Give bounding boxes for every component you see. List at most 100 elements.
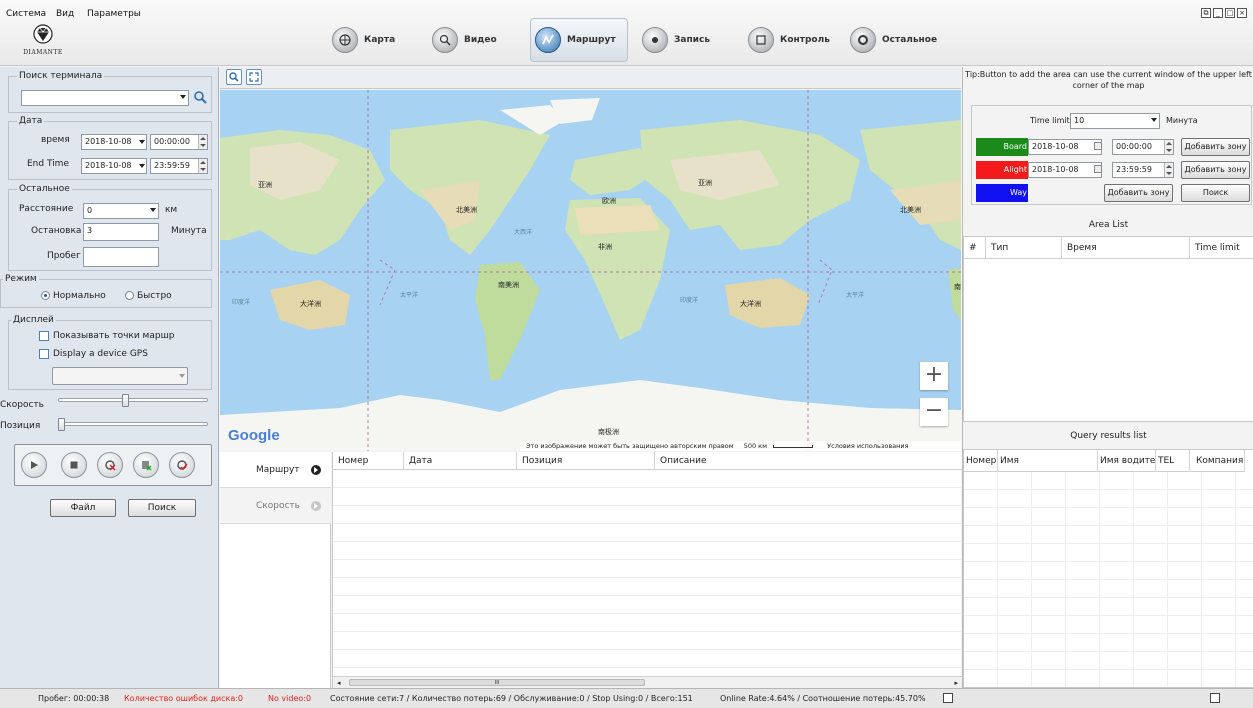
confirm-track-button[interactable] (169, 452, 195, 478)
time-limit-value: 10 (1074, 116, 1085, 125)
fullscreen-icon (249, 72, 259, 82)
label-pacific-west: 太平洋 (400, 292, 419, 299)
time-limit-label: Time limit (1030, 116, 1070, 125)
maximize-window-icon[interactable]: □ (1225, 8, 1235, 18)
other-group: Остальное Расстояние 0 км Остановка 3 Ми… (8, 184, 212, 271)
map-fullscreen-button[interactable] (246, 69, 262, 85)
query-col-driver[interactable]: Имя водител (1098, 450, 1156, 472)
subtab-speed[interactable]: Скорость (220, 488, 331, 524)
alight-add-zone-button[interactable]: Добавить зону (1181, 161, 1250, 179)
scroll-left-icon[interactable]: ◂ (337, 679, 341, 687)
export-button[interactable] (133, 452, 159, 478)
display-gps-checkbox[interactable] (39, 349, 49, 359)
speed-slider[interactable] (58, 398, 208, 402)
position-slider[interactable] (58, 422, 208, 426)
col-date[interactable]: Дата (404, 452, 517, 470)
subtab-route[interactable]: Маршрут (220, 452, 331, 488)
way-label: Way (1009, 188, 1027, 197)
tab-route[interactable]: Маршрут (530, 18, 628, 62)
scroll-right-icon[interactable]: ▸ (954, 679, 958, 687)
distance-select[interactable]: 0 (83, 203, 159, 219)
alight-color-block: Alight (976, 161, 1028, 179)
show-route-points-checkbox[interactable] (39, 331, 49, 341)
search-icon[interactable] (193, 90, 207, 107)
stop-input[interactable]: 3 (83, 223, 159, 241)
tab-control[interactable]: Контроль (744, 18, 838, 62)
menu-parameters[interactable]: Параметры (87, 9, 141, 19)
position-slider-thumb[interactable] (58, 418, 65, 431)
restore-window-icon[interactable]: ⧉ (1201, 8, 1211, 18)
control-icon (748, 27, 774, 53)
zoom-in-button[interactable]: + (920, 362, 948, 390)
mode-fast-radio[interactable] (125, 291, 134, 300)
status-dropdown-icon[interactable] (943, 693, 953, 703)
tab-map[interactable]: Карта (328, 18, 403, 62)
end-date-dropdown-icon[interactable] (139, 164, 145, 168)
tab-map-label: Карта (364, 35, 396, 45)
close-window-icon[interactable]: × (1237, 8, 1247, 18)
col-position[interactable]: Позиция (517, 452, 655, 470)
col-number[interactable]: Номер (333, 452, 404, 470)
minimize-window-icon[interactable]: _ (1213, 8, 1223, 18)
file-button[interactable]: Файл (50, 499, 116, 517)
mode-group: Режим Нормально Быстро (0, 274, 212, 308)
route-table-hscroll[interactable]: ◂ III ▸ (333, 676, 962, 688)
query-col-company[interactable]: Компания (1190, 450, 1245, 472)
query-col-tel[interactable]: TEL (1156, 450, 1190, 472)
query-col-name[interactable]: Имя (998, 450, 1098, 472)
board-calendar-icon[interactable] (1094, 142, 1102, 150)
tab-record[interactable]: Запись (638, 18, 718, 62)
clear-track-button[interactable] (97, 452, 123, 478)
area-col-time-limit[interactable]: Time limit (1190, 237, 1253, 259)
area-col-index[interactable]: # (964, 237, 986, 259)
route-table-body (333, 470, 961, 676)
mode-normal-radio[interactable] (41, 291, 50, 300)
map-search-button[interactable] (226, 69, 242, 85)
way-add-zone-button[interactable]: Добавить зону (1104, 184, 1173, 202)
search-button[interactable]: Поиск (128, 499, 196, 517)
query-col-number[interactable]: Номер (964, 450, 998, 472)
other-legend: Остальное (17, 184, 72, 194)
area-col-type[interactable]: Тип (986, 237, 1062, 259)
stop-button[interactable] (61, 452, 87, 478)
start-date-field[interactable]: 2018-10-08 (81, 134, 147, 150)
area-col-time[interactable]: Время (1062, 237, 1190, 259)
tab-other[interactable]: Остальное (846, 18, 945, 62)
speed-slider-thumb[interactable] (122, 394, 130, 407)
tab-video[interactable]: Видео (428, 18, 505, 62)
alight-time-field[interactable]: 23:59:59 (1112, 162, 1174, 178)
area-search-button[interactable]: Поиск (1181, 184, 1250, 202)
zoom-out-button[interactable]: − (920, 398, 948, 426)
terminal-search-input[interactable] (21, 90, 189, 106)
start-date-dropdown-icon[interactable] (139, 140, 145, 144)
map-copyright[interactable]: Это изображение может быть защищено авто… (526, 442, 734, 450)
query-results-table: Номер Имя Имя водител TEL Компания (963, 449, 1253, 688)
label-oceania-west: 大洋洲 (300, 300, 321, 308)
start-time-field[interactable]: 00:00:00 (150, 134, 208, 150)
world-map[interactable]: 亚洲 北美洲 大西洋 欧洲 非洲 亚洲 北美洲 南美洲 印度洋 大洋洲 太平洋 … (220, 90, 961, 451)
area-form: Time limit 10 Минута Board 2018-10-08 00… (971, 105, 1252, 205)
scroll-thumb[interactable]: III (349, 679, 645, 686)
menu-view[interactable]: Вид (56, 9, 74, 19)
board-time-field[interactable]: 00:00:00 (1112, 139, 1174, 155)
col-description[interactable]: Описание (655, 452, 962, 470)
time-limit-select[interactable]: 10 (1070, 113, 1160, 129)
end-time-field[interactable]: 23:59:59 (150, 158, 208, 174)
menu-system[interactable]: Система (6, 9, 46, 19)
alight-calendar-icon[interactable] (1094, 165, 1102, 173)
end-date-field[interactable]: 2018-10-08 (81, 158, 147, 174)
mileage-input[interactable] (83, 247, 159, 267)
board-add-zone-button[interactable]: Добавить зону (1181, 138, 1250, 156)
sub-tabs: Маршрут Скорость (220, 452, 331, 688)
arrow-right-icon (311, 501, 321, 511)
play-button[interactable] (21, 452, 47, 478)
device-select[interactable] (52, 367, 188, 385)
board-date-field[interactable]: 2018-10-08 (1028, 139, 1102, 155)
record-icon (642, 27, 668, 53)
mode-normal-label: Нормально (53, 291, 106, 301)
map-terms[interactable]: Условия использования (827, 442, 908, 450)
end-time-value: 23:59:59 (154, 161, 190, 170)
status-expand-icon[interactable] (1210, 693, 1220, 703)
alight-date-field[interactable]: 2018-10-08 (1028, 162, 1102, 178)
mileage-label: Пробег (47, 251, 81, 261)
